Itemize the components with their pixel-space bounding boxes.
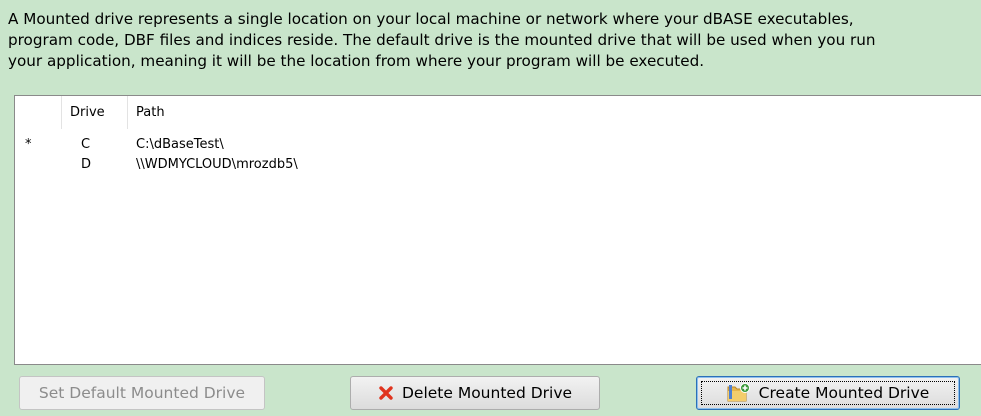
set-default-button-label: Set Default Mounted Drive (38, 384, 246, 402)
create-button-label: Create Mounted Drive (758, 384, 930, 402)
description-line: program code, DBF files and indices resi… (8, 31, 876, 49)
mounted-drives-panel: A Mounted drive represents a single loca… (0, 0, 981, 416)
path-cell: C:\dBaseTest\ (136, 137, 224, 152)
delete-button-label: Delete Mounted Drive (401, 384, 573, 402)
description-line: A Mounted drive represents a single loca… (8, 10, 854, 28)
drive-cell: C (81, 137, 91, 152)
grid-rows: * C C:\dBaseTest\ D \\WDMYCLOUD\mrozdb5\ (15, 135, 981, 175)
folder-add-icon (727, 383, 751, 403)
create-mounted-drive-button[interactable]: Create Mounted Drive (696, 376, 960, 410)
drive-cell: D (81, 157, 92, 172)
delete-mounted-drive-button[interactable]: Delete Mounted Drive (350, 376, 600, 410)
grid-header: Drive Path (15, 96, 981, 129)
red-x-icon (378, 385, 394, 401)
column-header-marker[interactable] (15, 96, 61, 129)
default-marker: * (25, 137, 32, 152)
description-text: A Mounted drive represents a single loca… (8, 9, 981, 72)
path-cell: \\WDMYCLOUD\mrozdb5\ (136, 157, 298, 172)
column-header-drive[interactable]: Drive (62, 96, 127, 129)
table-row[interactable]: * C C:\dBaseTest\ (15, 135, 981, 155)
description-line: your application, meaning it will be the… (8, 52, 705, 70)
table-row[interactable]: D \\WDMYCLOUD\mrozdb5\ (15, 155, 981, 175)
set-default-mounted-drive-button[interactable]: Set Default Mounted Drive (19, 376, 265, 410)
column-header-path[interactable]: Path (128, 96, 628, 129)
mounted-drives-grid[interactable]: Drive Path * C C:\dBaseTest\ D \\WDMYCLO… (14, 95, 981, 365)
